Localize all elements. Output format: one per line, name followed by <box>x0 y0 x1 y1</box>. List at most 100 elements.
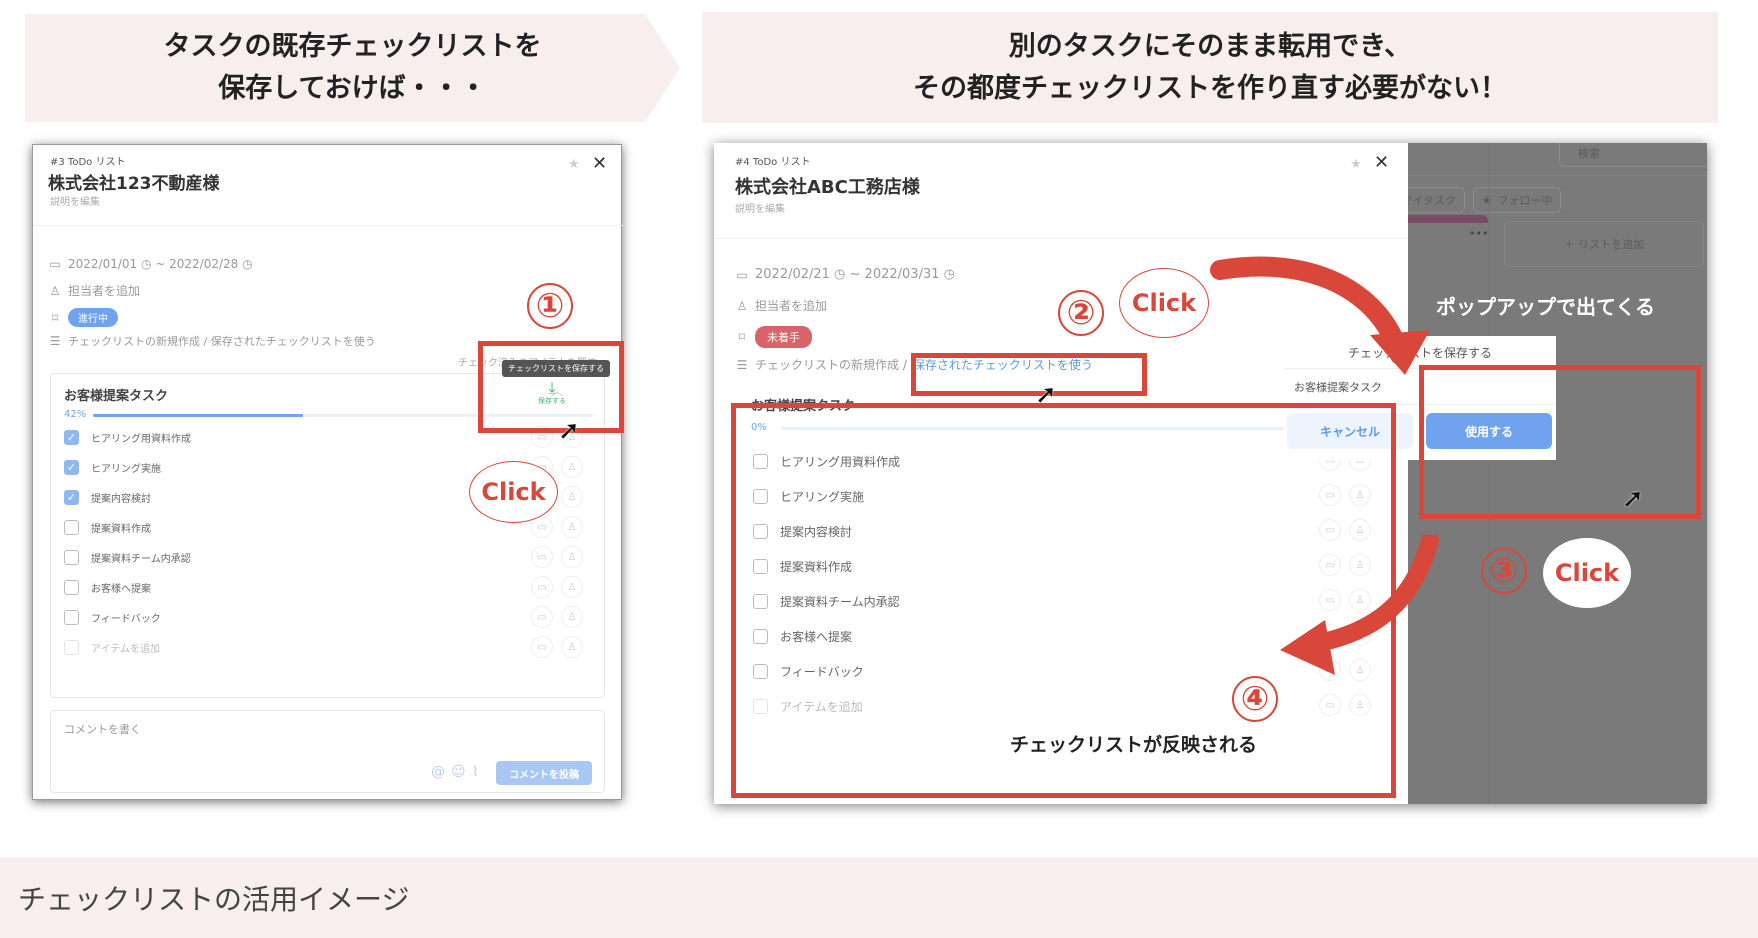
calendar-icon: ▭ <box>736 267 748 282</box>
checklist-item[interactable]: フィードバック <box>64 610 161 625</box>
banner-left-line-1: タスクの既存チェックリストを <box>163 31 542 62</box>
checkbox[interactable]: ✓ <box>64 490 79 505</box>
item-actions: ▭♙ <box>531 516 583 538</box>
mouse-cursor-icon: ➚ <box>1622 484 1644 514</box>
progress-label: 42% <box>64 409 87 420</box>
progress-bar-fill <box>93 414 303 417</box>
star-icon[interactable]: ★ <box>568 157 580 172</box>
date-range[interactable]: 2022/02/21 ◷ ~ 2022/03/31 ◷ <box>755 267 955 282</box>
assign-icon[interactable]: ♙ <box>561 486 583 508</box>
search-input[interactable]: 検索 <box>1559 143 1707 167</box>
assignee-row: ♙ 担当者を追加 <box>735 297 827 314</box>
checklist-item[interactable]: 提案資料作成 <box>64 520 151 535</box>
click-bubble-step3: Click <box>1543 538 1631 608</box>
page-caption: チェックリストの活用イメージ <box>0 857 1758 938</box>
checklist-item[interactable]: ✓ 提案内容検討 <box>64 490 151 505</box>
add-item-label[interactable]: アイテムを追加 <box>91 640 160 655</box>
checklist-item[interactable]: お客様へ提案 <box>64 580 151 595</box>
checklist-item[interactable]: ✓ ヒアリング実施 <box>64 460 161 475</box>
list-icon: ☰ <box>736 357 748 372</box>
checklist-item[interactable]: 提案資料チーム内承認 <box>64 550 191 565</box>
assign-icon[interactable]: ♙ <box>561 516 583 538</box>
step2-marker: ② <box>1058 290 1104 336</box>
mention-icon[interactable]: @ <box>431 764 445 780</box>
checkbox[interactable]: ✓ <box>64 460 79 475</box>
checklist-item-label: フィードバック <box>91 614 161 625</box>
edit-description-link[interactable]: 説明を編集 <box>50 193 100 208</box>
item-actions: ▭♙ <box>531 606 583 628</box>
filter-chip-2[interactable]: ★ フォロー中 <box>1473 187 1561 213</box>
star-icon[interactable]: ★ <box>1350 157 1362 172</box>
checkbox[interactable] <box>64 550 79 565</box>
highlight-box-step2 <box>911 353 1147 396</box>
date-row: ▭ 2022/02/21 ◷ ~ 2022/03/31 ◷ <box>735 267 955 282</box>
add-assignee-link[interactable]: 担当者を追加 <box>68 282 140 299</box>
highlight-box-step1 <box>478 341 624 433</box>
checkbox[interactable] <box>64 580 79 595</box>
checklist-item-label: 提案資料チーム内承認 <box>91 554 191 565</box>
assignee-row: ♙ 担当者を追加 <box>48 282 140 299</box>
popup-annotation: ポップアップで出てくる <box>1436 295 1655 319</box>
calendar-icon: ▭ <box>49 257 61 271</box>
toolbar-divider <box>1408 175 1707 176</box>
checklist-item-label: 提案資料作成 <box>91 524 151 535</box>
click-bubble-step1: Click <box>469 461 558 523</box>
due-date-icon[interactable]: ▭ <box>531 606 553 628</box>
add-assignee-link[interactable]: 担当者を追加 <box>755 297 827 314</box>
due-date-icon[interactable]: ▭ <box>531 636 553 658</box>
arrow-to-checklist <box>1280 535 1439 675</box>
attach-icon[interactable]: ⌇ <box>472 764 479 780</box>
comment-placeholder: コメントを書く <box>64 723 141 736</box>
comment-box[interactable]: コメントを書く @ ☺ ⌇ コメントを投稿 <box>50 710 605 793</box>
checklist-title[interactable]: お客様提案タスク <box>64 385 168 404</box>
item-actions: ▭♙ <box>531 576 583 598</box>
step1-marker: ① <box>527 283 573 329</box>
banner-right-line-2: その都度チェックリストを作り直す必要がない！ <box>913 72 1507 104</box>
emoji-icon[interactable]: ☺ <box>451 764 466 780</box>
post-comment-button[interactable]: コメントを投稿 <box>496 761 592 785</box>
reflected-annotation: チェックリストが反映される <box>1010 734 1258 756</box>
bookmark-icon: ⌑ <box>51 310 59 325</box>
assign-icon[interactable]: ♙ <box>561 546 583 568</box>
highlight-box-step3 <box>1419 365 1701 519</box>
checkbox[interactable] <box>64 610 79 625</box>
checkbox[interactable]: ✓ <box>64 430 79 445</box>
step3-marker: ③ <box>1481 548 1527 594</box>
date-row: ▭ 2022/01/01 ◷ ~ 2022/02/28 ◷ <box>48 257 253 271</box>
checklist-item-label: ヒアリング実施 <box>91 464 161 475</box>
checklist-row: ☰ チェックリストの新規作成 / 保存されたチェックリストを使う <box>48 333 376 349</box>
assign-icon[interactable]: ♙ <box>561 576 583 598</box>
arrow-to-popup <box>1210 256 1430 375</box>
due-date-icon[interactable]: ▭ <box>531 546 553 568</box>
add-list-button[interactable]: ＋ リストを追加 <box>1504 221 1704 267</box>
checklist-links[interactable]: チェックリストの新規作成 / 保存されたチェックリストを使う <box>68 333 376 349</box>
banner-right-line-1: 別のタスクにそのまま転用でき、 <box>1008 30 1412 62</box>
assign-icon[interactable]: ♙ <box>561 606 583 628</box>
status-row: ⌑ 未着手 <box>735 326 812 348</box>
task-title[interactable]: 株式会社ABC工務店様 <box>735 173 920 199</box>
bookmark-icon: ⌑ <box>738 330 746 344</box>
status-row: ⌑ 進行中 <box>48 308 118 327</box>
due-date-icon[interactable]: ▭ <box>531 576 553 598</box>
task-title[interactable]: 株式会社123不動産様 <box>48 169 220 194</box>
edit-description-link[interactable]: 説明を編集 <box>735 200 785 215</box>
item-actions: ▭♙ <box>531 546 583 568</box>
add-item-row[interactable]: アイテムを追加 <box>64 640 160 655</box>
status-badge[interactable]: 未着手 <box>755 326 812 348</box>
close-icon[interactable]: ✕ <box>592 153 607 174</box>
filter-chip-label: フォロー中 <box>1497 194 1553 207</box>
assign-icon[interactable]: ♙ <box>561 636 583 658</box>
new-checklist-link[interactable]: チェックリストの新規作成 / <box>755 356 907 373</box>
list-icon: ☰ <box>49 334 61 348</box>
checklist-item[interactable]: ✓ ヒアリング用資料作成 <box>64 430 191 445</box>
more-icon[interactable]: ••• <box>1469 227 1488 240</box>
assign-icon[interactable]: ♙ <box>561 456 583 478</box>
checkbox[interactable] <box>64 520 79 535</box>
status-badge[interactable]: 進行中 <box>68 308 118 327</box>
checklist-item-label: お客様へ提案 <box>91 584 151 595</box>
date-range[interactable]: 2022/01/01 ◷ ~ 2022/02/28 ◷ <box>68 257 253 271</box>
close-icon[interactable]: ✕ <box>1374 152 1389 173</box>
popup-checklist-item[interactable]: お客様提案タスク <box>1294 379 1382 395</box>
mouse-cursor-icon: ➚ <box>558 416 580 446</box>
checkbox[interactable] <box>64 640 79 655</box>
